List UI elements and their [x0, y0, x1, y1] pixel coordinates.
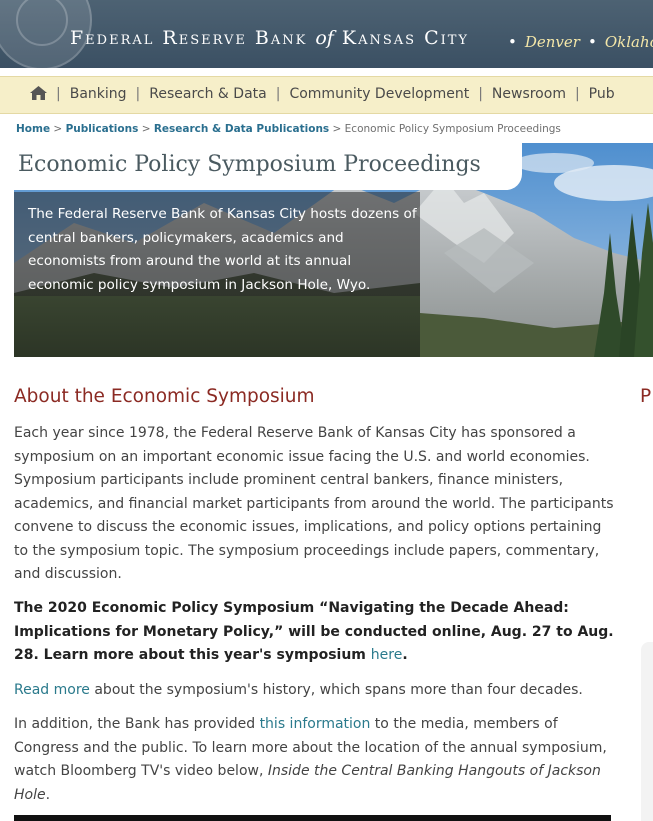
nav-item-banking[interactable]: Banking — [70, 86, 127, 102]
symposium-here-link[interactable]: here — [371, 647, 403, 663]
sidebar-title-fragment: P — [640, 386, 652, 407]
hero-banner: Economic Policy Symposium Proceedings Th… — [14, 143, 653, 357]
page-title: Economic Policy Symposium Proceedings — [18, 152, 481, 177]
nav-item-newsroom[interactable]: Newsroom — [492, 86, 566, 102]
nav-item-community-development[interactable]: Community Development — [289, 86, 469, 102]
breadcrumb-research-data-publications[interactable]: Research & Data Publications — [154, 123, 329, 135]
media-paragraph: In addition, the Bank has provided this … — [14, 713, 614, 807]
breadcrumb-current: Economic Policy Symposium Proceedings — [344, 123, 561, 135]
history-paragraph: Read more about the symposium's history,… — [14, 679, 614, 703]
about-paragraph: Each year since 1978, the Federal Reserv… — [14, 425, 614, 582]
bank-name-of: of — [315, 27, 334, 49]
nav-item-research-data[interactable]: Research & Data — [149, 86, 266, 102]
announcement-text: The 2020 Economic Policy Symposium “Navi… — [14, 600, 614, 663]
branch-separator: • — [587, 33, 597, 51]
nav-item-publications[interactable]: Pub — [589, 86, 615, 102]
bank-name-part1: Federal Reserve Bank — [70, 27, 308, 49]
nav-separator: | — [574, 86, 580, 102]
video-player-top[interactable] — [14, 815, 611, 821]
branch-link-oklahoma[interactable]: Oklaho — [605, 33, 653, 51]
nav-separator: | — [478, 86, 483, 102]
breadcrumb-separator: > — [332, 123, 342, 135]
breadcrumb-home[interactable]: Home — [16, 123, 50, 135]
announcement-end: . — [402, 647, 408, 663]
breadcrumb-separator: > — [53, 123, 63, 135]
branch-links: • Denver • Oklaho — [500, 33, 653, 51]
breadcrumb: Home > Publications > Research & Data Pu… — [16, 123, 561, 135]
media-text-start: In addition, the Bank has provided — [14, 716, 260, 732]
this-information-link[interactable]: this information — [260, 716, 371, 732]
bank-name-part2: Kansas City — [341, 27, 470, 49]
nav-items: | Banking | Research & Data | Community Devel… — [30, 86, 615, 102]
main-nav: | Banking | Research & Data | Community Devel… — [0, 76, 653, 114]
branch-separator: • — [508, 33, 517, 51]
bank-name-logo[interactable]: Federal Reserve Bank of Kansas City — [70, 27, 469, 49]
hero-caption: The Federal Reserve Bank of Kansas City … — [28, 206, 417, 293]
breadcrumb-separator: > — [141, 123, 151, 135]
breadcrumb-publications[interactable]: Publications — [66, 123, 139, 135]
home-icon[interactable] — [30, 86, 47, 102]
title-tab: Economic Policy Symposium Proceedings — [14, 143, 522, 190]
nav-separator: | — [135, 86, 141, 102]
nav-separator: | — [56, 86, 61, 102]
branch-link-denver[interactable]: Denver — [525, 33, 580, 51]
read-more-link[interactable]: Read more — [14, 682, 90, 698]
fed-seal-inner — [16, 0, 68, 46]
history-text: about the symposium's history, which spa… — [89, 682, 583, 698]
site-header: Federal Reserve Bank of Kansas City • Den… — [0, 0, 653, 68]
announcement-paragraph: The 2020 Economic Policy Symposium “Navi… — [14, 597, 614, 668]
section-title: About the Economic Symposium — [14, 386, 315, 407]
hero-caption-box: The Federal Reserve Bank of Kansas City … — [14, 192, 420, 296]
nav-separator: | — [275, 86, 281, 102]
sidebar-panel-edge — [641, 642, 653, 821]
header-gap — [0, 68, 653, 76]
media-text-end: . — [45, 786, 51, 803]
